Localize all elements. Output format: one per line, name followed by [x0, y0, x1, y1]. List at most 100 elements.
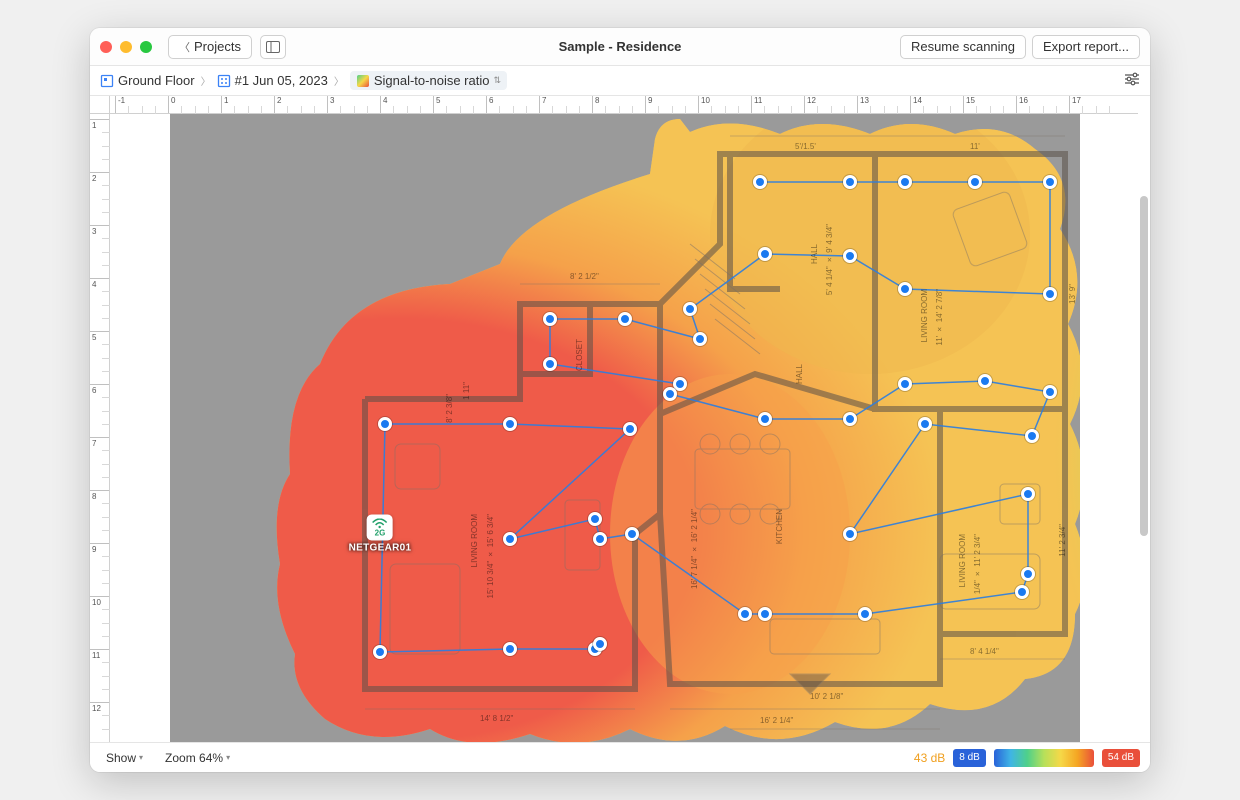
zoom-menu-button[interactable]: Zoom 64% ▾	[159, 748, 236, 768]
legend-gradient	[994, 749, 1094, 767]
survey-point[interactable]	[898, 175, 912, 189]
survey-point[interactable]	[1025, 429, 1039, 443]
survey-point[interactable]	[1043, 175, 1057, 189]
survey-point[interactable]	[503, 642, 517, 656]
show-label: Show	[106, 751, 136, 765]
survey-point[interactable]	[625, 527, 639, 541]
survey-point[interactable]	[738, 607, 752, 621]
floorplan-label: 11' 2 3/4"	[1058, 524, 1067, 557]
floorplan-label: 16' 7 1/4" × 16' 2 1/4"	[690, 509, 699, 589]
floorplan-label: 8' 4 1/4"	[970, 647, 999, 656]
survey-point[interactable]	[1043, 385, 1057, 399]
survey-point[interactable]	[843, 527, 857, 541]
floorplan-label: 11' × 14' 2 7/8"	[935, 289, 944, 346]
back-label: Projects	[194, 39, 241, 54]
ruler-tick: 8	[90, 490, 109, 501]
ap-name-label: NETGEAR01	[349, 543, 412, 554]
settings-button[interactable]	[1124, 72, 1140, 89]
ruler-tick: 6	[486, 96, 493, 113]
close-icon[interactable]	[100, 41, 112, 53]
breadcrumb-floor[interactable]: Ground Floor	[100, 73, 195, 88]
breadcrumb-floor-label: Ground Floor	[118, 73, 195, 88]
survey-point[interactable]	[843, 412, 857, 426]
survey-point[interactable]	[858, 607, 872, 621]
survey-icon	[217, 74, 231, 88]
survey-point[interactable]	[843, 249, 857, 263]
survey-point[interactable]	[378, 417, 392, 431]
ruler-tick: 12	[804, 96, 816, 113]
app-window: 〈 Projects Sample - Residence Resume sca…	[90, 28, 1150, 772]
floorplan-label: 14' 8 1/2"	[480, 714, 513, 723]
survey-point[interactable]	[753, 175, 767, 189]
survey-point[interactable]	[543, 312, 557, 326]
breadcrumb-metric-dropdown[interactable]: Signal-to-noise ratio ⇅	[350, 71, 507, 90]
floorplan-label: LIVING ROOM	[920, 289, 929, 342]
access-point-marker[interactable]: 2G NETGEAR01	[349, 515, 412, 554]
export-report-button[interactable]: Export report...	[1032, 35, 1140, 59]
ruler-tick: 4	[90, 278, 109, 289]
ruler-tick: -1	[115, 96, 125, 113]
floorplan-label: LIVING ROOM	[958, 534, 967, 587]
survey-point[interactable]	[618, 312, 632, 326]
ruler-tick: 2	[274, 96, 281, 113]
survey-point[interactable]	[663, 387, 677, 401]
survey-point[interactable]	[1021, 567, 1035, 581]
survey-point[interactable]	[588, 512, 602, 526]
back-button[interactable]: 〈 Projects	[168, 35, 252, 59]
floorplan-label: 5'/1.5'	[795, 142, 816, 151]
ruler-tick: 8	[592, 96, 599, 113]
chevron-right-icon: 〉	[201, 73, 211, 88]
survey-point[interactable]	[1021, 487, 1035, 501]
survey-point[interactable]	[503, 532, 517, 546]
vertical-scrollbar[interactable]	[1140, 196, 1148, 536]
sidebar-toggle-button[interactable]	[260, 35, 286, 59]
survey-point[interactable]	[968, 175, 982, 189]
show-menu-button[interactable]: Show ▾	[100, 748, 149, 768]
breadcrumb: Ground Floor 〉 #1 Jun 05, 2023 〉 Signal-…	[90, 66, 1150, 96]
survey-point[interactable]	[543, 357, 557, 371]
survey-point[interactable]	[373, 645, 387, 659]
ruler-tick: 3	[90, 225, 109, 236]
floorplan-label: 1 11"	[462, 382, 471, 400]
survey-point[interactable]	[898, 282, 912, 296]
breadcrumb-survey-label: #1 Jun 05, 2023	[235, 73, 328, 88]
workspace: -101234567891011121314151617 12345678910…	[90, 96, 1150, 742]
floorplan-label: HALL	[810, 244, 819, 264]
ruler-tick: 10	[698, 96, 710, 113]
survey-point[interactable]	[978, 374, 992, 388]
titlebar: 〈 Projects Sample - Residence Resume sca…	[90, 28, 1150, 66]
ruler-tick: 9	[645, 96, 652, 113]
ruler-tick: 1	[90, 119, 109, 130]
survey-point[interactable]	[623, 422, 637, 436]
survey-point[interactable]	[758, 247, 772, 261]
ruler-tick: 15	[963, 96, 975, 113]
ruler-tick: 4	[380, 96, 387, 113]
floorplan-label: HALL	[795, 364, 804, 384]
maximize-icon[interactable]	[140, 41, 152, 53]
cursor-value-readout: 43 dB	[914, 751, 945, 765]
survey-point[interactable]	[843, 175, 857, 189]
survey-point[interactable]	[898, 377, 912, 391]
survey-point[interactable]	[1043, 287, 1057, 301]
survey-point[interactable]	[1015, 585, 1029, 599]
survey-point[interactable]	[503, 417, 517, 431]
minimize-icon[interactable]	[120, 41, 132, 53]
ruler-corner	[90, 96, 110, 114]
survey-point[interactable]	[918, 417, 932, 431]
ruler-tick: 17	[1069, 96, 1081, 113]
resume-scanning-button[interactable]: Resume scanning	[900, 35, 1026, 59]
floorplan-canvas[interactable]: LIVING ROOM15' 10 3/4" × 15' 6 3/4"CLOSE…	[170, 114, 1080, 742]
canvas-viewport[interactable]: LIVING ROOM15' 10 3/4" × 15' 6 3/4"CLOSE…	[110, 114, 1150, 742]
ruler-tick: 11	[751, 96, 762, 113]
survey-point[interactable]	[593, 532, 607, 546]
floorplan-label: 16' 2 1/4"	[760, 716, 793, 725]
survey-point[interactable]	[758, 607, 772, 621]
breadcrumb-survey[interactable]: #1 Jun 05, 2023	[217, 73, 328, 88]
survey-point[interactable]	[758, 412, 772, 426]
chevron-left-icon: 〈	[179, 39, 190, 55]
survey-point[interactable]	[593, 637, 607, 651]
survey-point[interactable]	[683, 302, 697, 316]
survey-point[interactable]	[693, 332, 707, 346]
floor-icon	[100, 74, 114, 88]
zoom-label: Zoom 64%	[165, 751, 223, 765]
